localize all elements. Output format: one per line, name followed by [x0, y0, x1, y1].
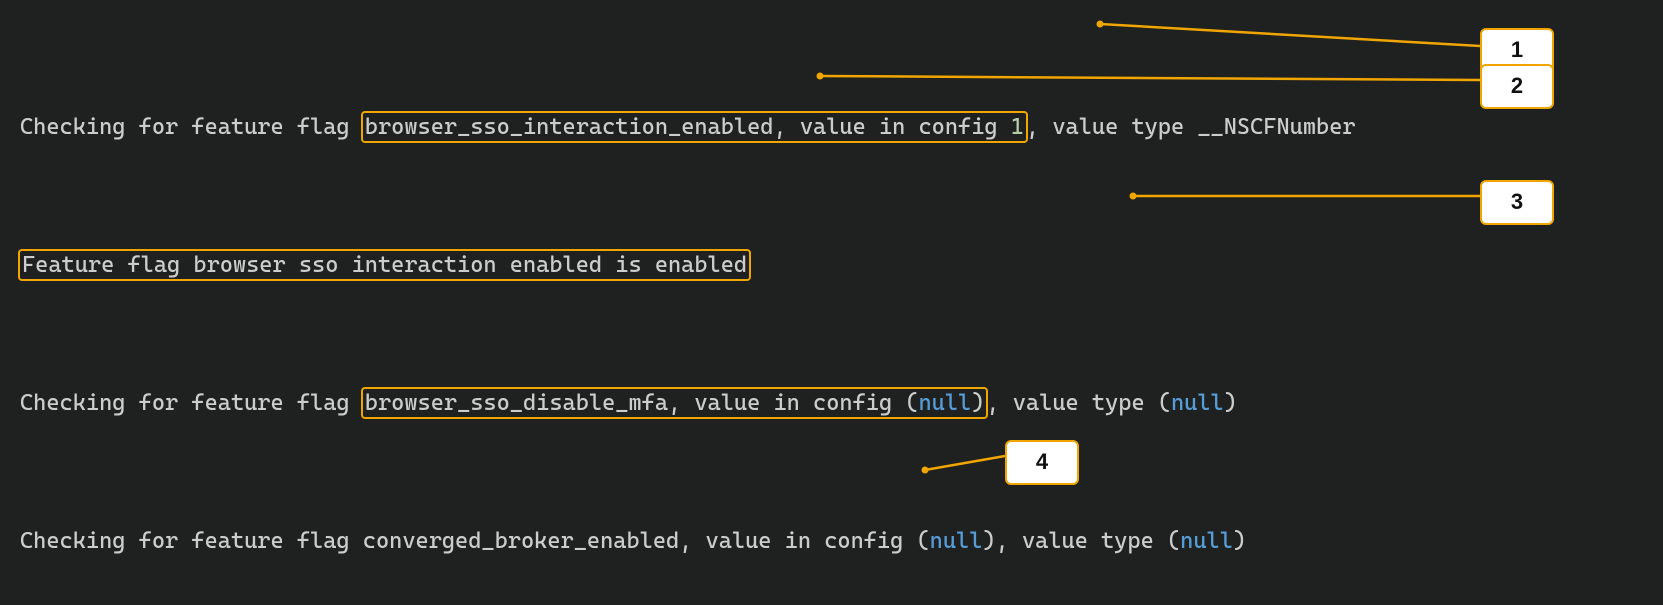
log-text: ) [1233, 528, 1246, 554]
log-line: Checking for feature flag browser_sso_in… [20, 110, 1470, 145]
log-line: Checking for feature flag converged_brok… [20, 524, 1470, 559]
log-text: browser_sso_interaction_enabled, value i… [365, 114, 1011, 140]
highlight-2b-box: browser_sso_disable_mfa, value in config… [361, 387, 989, 419]
log-text: ) [971, 390, 984, 416]
log-viewer: Checking for feature flag browser_sso_in… [0, 0, 1663, 605]
log-null: null [1171, 390, 1224, 416]
log-text: Checking for feature flag converged_brok… [20, 528, 930, 554]
log-null: null [919, 390, 972, 416]
callout-3: 3 [1480, 180, 1554, 225]
log-text: Checking for feature flag [20, 390, 363, 416]
callout-2: 2 [1480, 64, 1554, 109]
log-line: Checking for feature flag browser_sso_di… [20, 386, 1470, 421]
log-text: Feature flag browser sso interaction ena… [22, 252, 747, 278]
log-number: 1 [1011, 114, 1024, 140]
log-text: browser_sso_disable_mfa, value in config… [365, 390, 919, 416]
log-null: null [930, 528, 983, 554]
highlight-1-box: browser_sso_interaction_enabled, value i… [361, 111, 1028, 143]
log-text: , value type __NSCFNumber [1026, 114, 1356, 140]
log-content: Checking for feature flag browser_sso_in… [20, 6, 1470, 605]
log-text: ), value type ( [982, 528, 1180, 554]
log-line: Feature flag browser sso interaction ena… [20, 248, 1470, 283]
log-null: null [1180, 528, 1233, 554]
callout-4: 4 [1005, 440, 1079, 485]
highlight-2-box: Feature flag browser sso interaction ena… [18, 249, 751, 281]
log-text: ) [1224, 390, 1237, 416]
log-text: , value type ( [986, 390, 1171, 416]
log-text: Checking for feature flag [20, 114, 363, 140]
